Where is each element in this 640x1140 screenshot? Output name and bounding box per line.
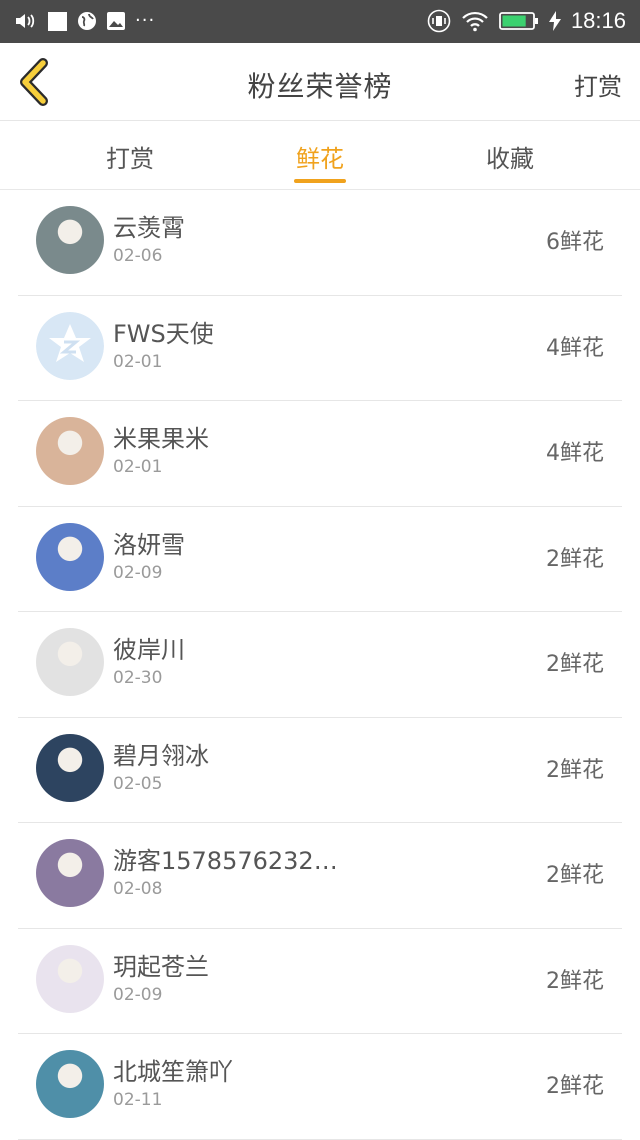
avatar [36,628,104,696]
date-label: 02-01 [113,457,163,477]
globe-icon [78,12,96,30]
star-badge-icon [36,311,104,380]
flower-count: 4鲜花 [546,441,604,466]
user-name: 碧月翎冰 [113,741,209,770]
flower-count: 2鲜花 [546,863,604,888]
app-bar: 粉丝荣誉榜 打赏 [0,43,640,121]
user-name: 云羡霄 [113,214,185,242]
tab-favorites[interactable]: 收藏 [450,139,570,174]
avatar [36,206,104,274]
flower-count: 2鲜花 [546,1074,604,1099]
tab-flowers[interactable]: 鲜花 [260,139,380,174]
avatar [36,522,104,591]
avatar [36,311,104,380]
page-title: 粉丝荣誉榜 [247,70,393,103]
flower-count: 6鲜花 [546,230,604,255]
avatar [36,733,104,802]
date-label: 02-06 [113,246,163,266]
user-name: 北城笙箫吖 [113,1058,233,1086]
status-time: 18:16 [570,8,626,33]
list-item[interactable]: 云羡霄 02-06 6鲜花 [0,190,640,296]
date-label: 02-08 [113,879,163,899]
date-label: 02-11 [113,1090,163,1110]
user-name: FWS天使 [113,319,214,348]
user-name: 洛妍雪 [113,530,185,559]
fan-list: 云羡霄 02-06 6鲜花 FWS天使 02-01 4鲜花 米果果米 02-01… [0,190,640,1140]
flower-count: 4鲜花 [546,335,604,361]
list-item[interactable]: FWS天使 02-01 4鲜花 [0,296,640,401]
divider [18,1138,622,1140]
date-label: 02-09 [113,984,163,1005]
wifi-icon [462,11,488,32]
volume-icon [16,14,35,28]
battery-icon [499,12,538,30]
list-item[interactable]: 洛妍雪 02-09 2鲜花 [0,507,640,612]
image-icon [107,12,125,30]
avatar [36,417,104,485]
active-tab-indicator [294,179,346,183]
tab-tip[interactable]: 打赏 [70,139,190,174]
status-right-icons: 18:16 [427,8,626,33]
list-item[interactable]: 北城笙箫吖 02-11 2鲜花 [0,1034,640,1140]
charging-icon [548,11,561,31]
list-item[interactable]: 游客1578576232… 02-08 2鲜花 [0,823,640,929]
vibrate-icon [427,9,451,33]
square-icon [48,11,67,31]
tip-button[interactable]: 打赏 [574,67,622,102]
more-icon: ··· [135,10,156,31]
user-name: 彼岸川 [113,636,185,664]
avatar [36,839,104,907]
list-item[interactable]: 彼岸川 02-30 2鲜花 [0,612,640,718]
list-item[interactable]: 米果果米 02-01 4鲜花 [0,401,640,507]
status-bar: ··· 18:16 [0,0,640,43]
flower-count: 2鲜花 [546,546,604,572]
user-name: 玥起苍兰 [113,952,209,981]
flower-count: 2鲜花 [546,757,604,783]
list-item[interactable]: 玥起苍兰 02-09 2鲜花 [0,929,640,1034]
avatar [36,1050,104,1118]
user-name: 游客1578576232… [113,847,338,875]
list-item[interactable]: 碧月翎冰 02-05 2鲜花 [0,718,640,823]
date-label: 02-05 [113,773,163,794]
status-left-icons: ··· [14,10,155,32]
flower-count: 2鲜花 [546,652,604,677]
avatar [36,944,104,1013]
flower-count: 2鲜花 [546,968,604,994]
date-label: 02-30 [113,668,163,688]
tab-bar: 打赏 鲜花 收藏 [0,121,640,190]
date-label: 02-01 [113,351,163,372]
user-name: 米果果米 [113,425,209,453]
date-label: 02-09 [113,562,163,583]
